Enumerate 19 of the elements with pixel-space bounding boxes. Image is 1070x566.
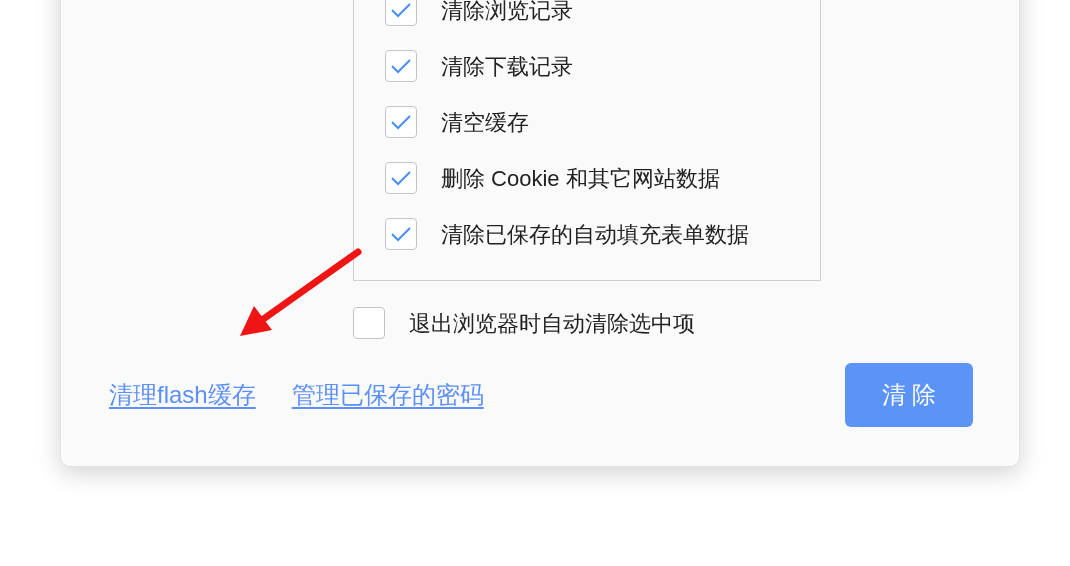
checkmark-icon [390,1,412,19]
checkbox[interactable] [385,0,417,26]
option-label: 清除已保存的自动填充表单数据 [441,220,749,249]
option-label: 清空缓存 [441,108,529,137]
checkbox[interactable] [385,106,417,138]
checkmark-icon [390,169,412,187]
checkbox[interactable] [385,162,417,194]
checkmark-icon [390,57,412,75]
checkmark-icon [390,113,412,131]
option-label: 删除 Cookie 和其它网站数据 [441,164,720,193]
checkbox[interactable] [353,307,385,339]
clear-button[interactable]: 清 除 [845,363,973,427]
saved-passwords-link[interactable]: 管理已保存的密码 [291,377,484,413]
checkbox[interactable] [385,218,417,250]
option-label: 退出浏览器时自动清除选中项 [409,309,695,338]
option-label: 清除下载记录 [441,52,573,81]
checkmark-icon [390,225,412,243]
flash-cache-link[interactable]: 清理flash缓存 [109,377,256,413]
checkbox[interactable] [385,50,417,82]
